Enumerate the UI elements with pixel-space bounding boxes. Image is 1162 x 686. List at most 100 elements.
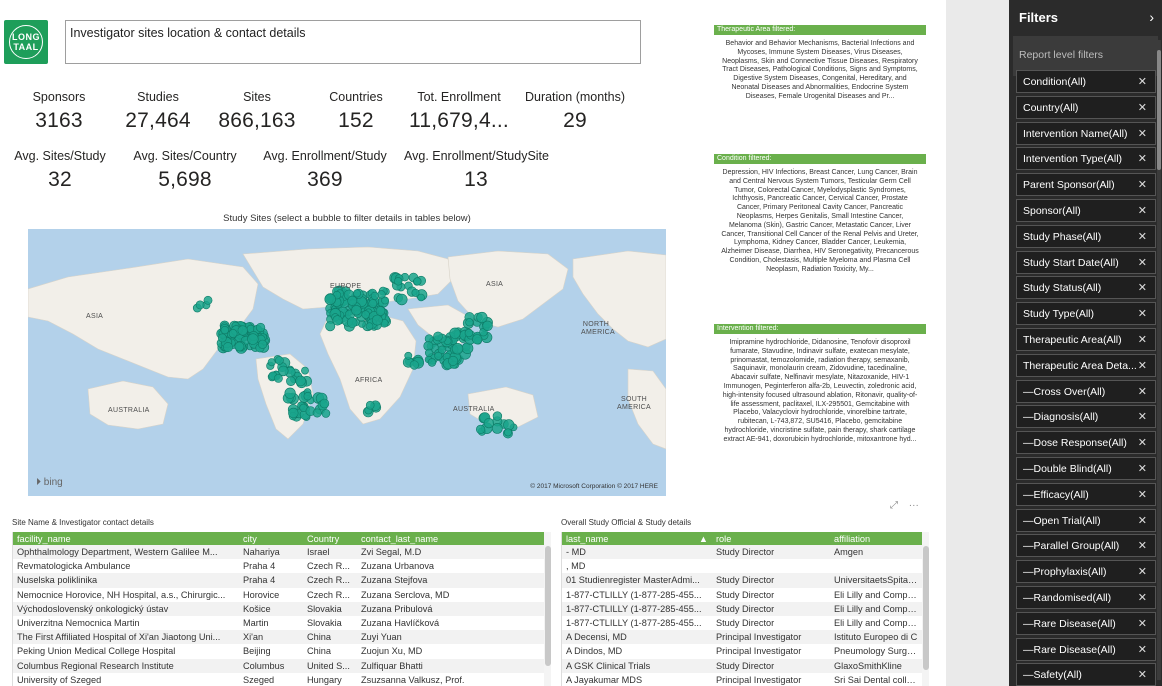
site-bubble[interactable] (303, 392, 312, 401)
site-bubble[interactable] (275, 356, 284, 365)
site-bubble[interactable] (324, 293, 336, 305)
clear-filter-icon[interactable]: ✕ (1138, 359, 1147, 372)
filters-scrollbar[interactable] (1157, 40, 1161, 680)
site-bubble[interactable] (223, 342, 234, 353)
site-bubble[interactable] (377, 290, 386, 299)
site-bubble[interactable] (375, 306, 386, 316)
site-bubble[interactable] (413, 277, 422, 286)
clear-filter-icon[interactable]: ✕ (1138, 668, 1147, 681)
filter-card-item[interactable]: —Dose Response(All) ✕ (1016, 431, 1156, 455)
col-header-country[interactable]: Country (303, 532, 357, 545)
table-row[interactable]: A GSK Clinical Trials Study Director Glaxo… (562, 658, 922, 673)
filter-card-item[interactable]: —Double Blind(All) ✕ (1016, 457, 1156, 480)
table-row[interactable]: Revmatologicka Ambulance Praha 4 Czech R..… (13, 559, 544, 573)
table-row[interactable]: , MD (562, 559, 922, 573)
filter-card-item[interactable]: Intervention Name(All) ✕ (1016, 121, 1156, 145)
site-bubble[interactable] (319, 398, 330, 409)
site-bubble[interactable] (404, 351, 413, 360)
filter-card-item[interactable]: Study Status(All) ✕ (1016, 276, 1156, 300)
table-row[interactable]: Univerzitna Nemocnica Martin Martin Slovak… (13, 616, 544, 630)
site-bubble[interactable] (301, 366, 309, 375)
site-bubble[interactable] (503, 428, 512, 437)
filter-card-item[interactable]: Therapeutic Area Deta... ✕ (1016, 353, 1156, 377)
table-row[interactable]: 1-877-CTLILLY (1-877-285-455... Study Dir… (562, 601, 922, 616)
site-bubble[interactable] (465, 318, 474, 327)
site-bubble[interactable] (258, 339, 268, 349)
more-options-icon[interactable]: ··· (909, 500, 919, 511)
table-row[interactable]: A Dindos, MD Principal Investigator Pneumo… (562, 644, 922, 658)
clear-filter-icon[interactable]: ✕ (1138, 643, 1147, 656)
col-header-role[interactable]: role (712, 532, 830, 545)
site-bubble[interactable] (361, 310, 370, 319)
site-bubble[interactable] (409, 360, 419, 370)
clear-filter-icon[interactable]: ✕ (1138, 436, 1147, 449)
clear-filter-icon[interactable]: ✕ (1138, 256, 1147, 269)
filter-card-item[interactable]: —Efficacy(All) ✕ (1016, 482, 1156, 506)
clear-filter-icon[interactable]: ✕ (1138, 410, 1147, 423)
clear-filter-icon[interactable]: ✕ (1138, 230, 1147, 243)
site-bubble[interactable] (368, 299, 378, 308)
table-row[interactable]: Východoslovenský onkologický ústav Košice… (13, 601, 544, 616)
officials-table[interactable]: last_name ▲ role affiliation - MD Study Di… (561, 532, 929, 686)
site-bubble[interactable] (482, 320, 493, 332)
col-header-last-name[interactable]: last_name ▲ (562, 532, 712, 545)
clear-filter-icon[interactable]: ✕ (1138, 488, 1147, 501)
filter-card-item[interactable]: Study Start Date(All) ✕ (1016, 250, 1156, 274)
site-bubble[interactable] (288, 407, 299, 419)
clear-filter-icon[interactable]: ✕ (1138, 152, 1147, 165)
filter-card-item[interactable]: —Cross Over(All) ✕ (1016, 379, 1156, 403)
clear-filter-icon[interactable]: ✕ (1138, 514, 1147, 527)
clear-filter-icon[interactable]: ✕ (1138, 591, 1147, 604)
site-bubble[interactable] (370, 291, 379, 300)
col-header-contact[interactable]: contact_last_name (357, 532, 544, 545)
site-bubble[interactable] (312, 408, 322, 418)
table-row[interactable]: Nemocnice Horovice, NH Hospital, a.s., C… (13, 588, 544, 602)
site-bubble[interactable] (396, 293, 408, 306)
filter-card-item[interactable]: Intervention Type(All) ✕ (1016, 147, 1156, 171)
site-bubble[interactable] (234, 341, 245, 352)
clear-filter-icon[interactable]: ✕ (1138, 385, 1147, 398)
clear-filter-icon[interactable]: ✕ (1138, 617, 1147, 630)
site-bubble[interactable] (195, 300, 205, 310)
filter-card-item[interactable]: —Rare Disease(All) ✕ (1016, 637, 1156, 661)
site-bubble[interactable] (448, 355, 459, 366)
scrollbar-thumb[interactable] (545, 546, 551, 666)
site-bubble[interactable] (321, 409, 331, 418)
table-row[interactable]: Nuselska poliklinika Praha 4 Czech R... Zuz… (13, 573, 544, 588)
filter-card-item[interactable]: Study Type(All) ✕ (1016, 302, 1156, 326)
site-bubble[interactable] (346, 317, 358, 328)
filter-card-item[interactable]: —Prophylaxis(All) ✕ (1016, 560, 1156, 584)
collapse-chevron-icon[interactable]: › (1149, 9, 1154, 25)
site-bubble[interactable] (256, 322, 266, 333)
site-bubble[interactable] (476, 424, 486, 434)
site-bubble[interactable] (427, 358, 437, 367)
filter-card-item[interactable]: Country(All) ✕ (1016, 95, 1156, 119)
site-bubble[interactable] (351, 305, 362, 316)
site-bubble[interactable] (347, 295, 358, 306)
site-bubble[interactable] (425, 348, 434, 357)
site-bubble[interactable] (203, 295, 213, 305)
filter-card-item[interactable]: Parent Sponsor(All) ✕ (1016, 173, 1156, 197)
officials-table-scrollbar[interactable] (922, 532, 929, 686)
table-row[interactable]: Peking Union Medical College Hospital Bei… (13, 644, 544, 658)
site-bubble[interactable] (483, 418, 495, 429)
site-bubble[interactable] (286, 376, 296, 386)
site-bubble[interactable] (491, 422, 503, 434)
focus-mode-icon[interactable]: ⤢ (890, 500, 898, 511)
table-row[interactable]: The First Affiliated Hospital of Xi'an J… (13, 630, 544, 645)
clear-filter-icon[interactable]: ✕ (1138, 565, 1147, 578)
clear-filter-icon[interactable]: ✕ (1138, 462, 1147, 475)
clear-filter-icon[interactable]: ✕ (1138, 101, 1147, 114)
filter-card-item[interactable]: —Safety(All) ✕ (1016, 663, 1156, 686)
site-bubble[interactable] (284, 387, 296, 399)
clear-filter-icon[interactable]: ✕ (1138, 333, 1147, 346)
sites-table[interactable]: facility_name city Country contact_last_… (12, 532, 551, 686)
site-bubble[interactable] (237, 325, 248, 336)
filter-card-item[interactable]: —Rare Disease(All) ✕ (1016, 611, 1156, 635)
clear-filter-icon[interactable]: ✕ (1138, 307, 1147, 320)
site-bubble[interactable] (365, 400, 375, 410)
site-bubble[interactable] (273, 373, 283, 383)
site-bubble[interactable] (332, 315, 343, 326)
filter-card-item[interactable]: —Randomised(All) ✕ (1016, 586, 1156, 609)
clear-filter-icon[interactable]: ✕ (1138, 281, 1147, 294)
